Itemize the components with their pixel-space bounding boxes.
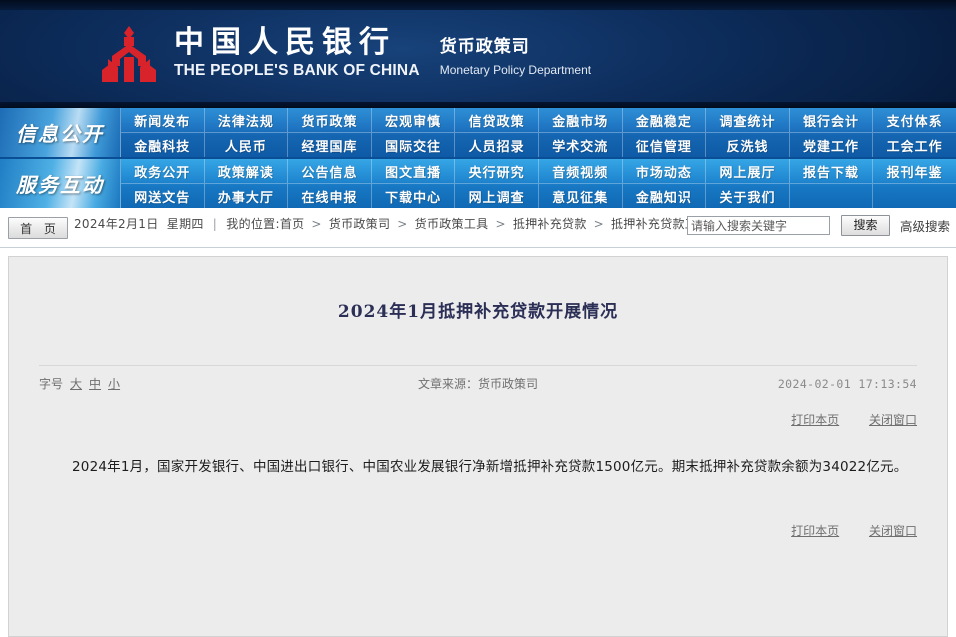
nav-row: 新闻发布 法律法规 货币政策 宏观审慎 信贷政策 金融市场 金融稳定 调查统计 银行会计 支付体系 xyxy=(121,108,956,133)
nav-item-工会工作[interactable]: 工会工作 xyxy=(873,133,956,157)
nav-item-spacer xyxy=(873,184,956,208)
close-window-link[interactable]: 关闭窗口 xyxy=(869,413,917,427)
nav-item-货币政策[interactable]: 货币政策 xyxy=(288,108,372,132)
article-source: 文章来源：货币政策司 xyxy=(417,377,538,391)
nav-item-人民币[interactable]: 人民币 xyxy=(205,133,289,157)
bank-name-cn: 中国人民银行 xyxy=(174,25,396,60)
nav-item-金融科技[interactable]: 金融科技 xyxy=(121,133,205,157)
nav-item-新闻发布[interactable]: 新闻发布 xyxy=(121,108,205,132)
nav-grid-services: 政务公开 政策解读 公告信息 图文直播 央行研究 音频视频 市场动态 网上展厅 报告下载 报刊年鉴… xyxy=(121,159,956,208)
search-button[interactable]: 搜索 xyxy=(840,215,890,236)
nav-item-下载中心[interactable]: 下载中心 xyxy=(372,184,456,208)
nav-item-征信管理[interactable]: 征信管理 xyxy=(623,133,707,157)
nav-item-网上展厅[interactable]: 网上展厅 xyxy=(706,159,790,183)
search-input[interactable] xyxy=(686,216,830,235)
advanced-search-link[interactable]: 高级搜索 xyxy=(900,216,950,235)
nav-item-在线申报[interactable]: 在线申报 xyxy=(288,184,372,208)
home-button[interactable]: 首 页 xyxy=(8,217,68,239)
breadcrumb-item-抵押补充贷款[interactable]: 抵押补充贷款 xyxy=(513,217,587,231)
nav-row: 金融科技 人民币 经理国库 国际交往 人员招录 学术交流 征信管理 反洗钱 党建工作 工会工作 xyxy=(121,133,956,157)
nav-item-反洗钱[interactable]: 反洗钱 xyxy=(706,133,790,157)
breadcrumb-arrow: > xyxy=(593,217,604,231)
breadcrumb-arrow: > xyxy=(495,217,506,231)
department-name-cn: 货币政策司 xyxy=(439,37,530,57)
print-page-link[interactable]: 打印本页 xyxy=(791,413,839,427)
nav-item-市场动态[interactable]: 市场动态 xyxy=(623,159,707,183)
nav-item-金融市场[interactable]: 金融市场 xyxy=(539,108,623,132)
nav-item-党建工作[interactable]: 党建工作 xyxy=(790,133,874,157)
nav-group-services: 服务互动 政务公开 政策解读 公告信息 图文直播 央行研究 音频视频 市场动态 网上展厅 报告下… xyxy=(0,159,956,208)
nav-item-报刊年鉴[interactable]: 报刊年鉴 xyxy=(873,159,956,183)
article-panel: 2024年1月抵押补充贷款开展情况 字号 大 中 小 文章来源：货币政策司 20… xyxy=(8,256,948,637)
article-tools-bottom: 打印本页 关闭窗口 xyxy=(39,522,917,539)
search-area: 搜索 高级搜索 xyxy=(686,215,950,236)
article-meta: 字号 大 中 小 文章来源：货币政策司 2024-02-01 17:13:54 xyxy=(39,365,917,392)
nav-item-网送文告[interactable]: 网送文告 xyxy=(121,184,205,208)
nav-item-国际交往[interactable]: 国际交往 xyxy=(372,133,456,157)
nav-item-报告下载[interactable]: 报告下载 xyxy=(790,159,874,183)
breadcrumb-divider: | xyxy=(212,217,218,231)
nav-item-银行会计[interactable]: 银行会计 xyxy=(790,108,874,132)
nav-item-政策解读[interactable]: 政策解读 xyxy=(205,159,289,183)
breadcrumb-bar: 首 页 2024年2月1日 星期四 | 我的位置:首页 > 货币政策司 > 货币政策工具… xyxy=(0,208,956,248)
page-title: 2024年1月抵押补充贷款开展情况 xyxy=(337,302,619,322)
nav-item-音频视频[interactable]: 音频视频 xyxy=(539,159,623,183)
nav-item-人员招录[interactable]: 人员招录 xyxy=(455,133,539,157)
nav-item-政务公开[interactable]: 政务公开 xyxy=(121,159,205,183)
breadcrumb-item-货币政策工具[interactable]: 货币政策工具 xyxy=(415,217,489,231)
current-weekday: 星期四 xyxy=(166,217,204,231)
article-body: 2024年1月，国家开发银行、中国进出口银行、中国农业发展银行净新增抵押补充贷款… xyxy=(72,459,908,475)
nav-item-网上调查[interactable]: 网上调查 xyxy=(455,184,539,208)
pbc-logo-icon xyxy=(102,26,156,82)
nav-item-公告信息[interactable]: 公告信息 xyxy=(288,159,372,183)
nav-row: 网送文告 办事大厅 在线申报 下载中心 网上调查 意见征集 金融知识 关于我们 xyxy=(121,184,956,208)
breadcrumb-arrow: > xyxy=(311,217,322,231)
nav-grid-information: 新闻发布 法律法规 货币政策 宏观审慎 信贷政策 金融市场 金融稳定 调查统计 银行会计 支付体系… xyxy=(121,108,956,157)
nav-group-label-services[interactable]: 服务互动 xyxy=(0,159,121,208)
bank-name-en: THE PEOPLE'S BANK OF CHINA xyxy=(174,61,420,79)
breadcrumb-arrow: > xyxy=(397,217,408,231)
nav-item-关于我们[interactable]: 关于我们 xyxy=(706,184,790,208)
location-label: 我的位置: xyxy=(226,217,280,231)
department-name-en: Monetary Policy Department xyxy=(439,63,592,77)
nav-row: 政务公开 政策解读 公告信息 图文直播 央行研究 音频视频 市场动态 网上展厅 报告下载 报刊年鉴 xyxy=(121,159,956,184)
main-navigation: 信息公开 新闻发布 法律法规 货币政策 宏观审慎 信贷政策 金融市场 金融稳定 调查统计 银行会… xyxy=(0,108,956,208)
print-page-link-bottom[interactable]: 打印本页 xyxy=(791,524,839,538)
nav-item-金融稳定[interactable]: 金融稳定 xyxy=(623,108,707,132)
nav-item-图文直播[interactable]: 图文直播 xyxy=(372,159,456,183)
current-date: 2024年2月1日 xyxy=(74,217,159,231)
bank-name: 中国人民银行 THE PEOPLE'S BANK OF CHINA xyxy=(174,27,420,80)
banner-content: 中国人民银行 THE PEOPLE'S BANK OF CHINA 货币政策司 … xyxy=(98,26,591,82)
nav-group-information: 信息公开 新闻发布 法律法规 货币政策 宏观审慎 信贷政策 金融市场 金融稳定 调查统计 银行会… xyxy=(0,108,956,159)
nav-item-宏观审慎[interactable]: 宏观审慎 xyxy=(372,108,456,132)
nav-item-学术交流[interactable]: 学术交流 xyxy=(539,133,623,157)
nav-item-支付体系[interactable]: 支付体系 xyxy=(873,108,956,132)
department-name: 货币政策司 Monetary Policy Department xyxy=(440,32,591,77)
nav-group-label-information[interactable]: 信息公开 xyxy=(0,108,121,157)
close-window-link-bottom[interactable]: 关闭窗口 xyxy=(869,524,917,538)
nav-item-办事大厅[interactable]: 办事大厅 xyxy=(205,184,289,208)
nav-item-spacer xyxy=(790,184,874,208)
nav-item-法律法规[interactable]: 法律法规 xyxy=(205,108,289,132)
breadcrumb-item-货币政策司[interactable]: 货币政策司 xyxy=(329,217,391,231)
article-tools-top: 打印本页 关闭窗口 xyxy=(39,411,917,428)
nav-item-信贷政策[interactable]: 信贷政策 xyxy=(455,108,539,132)
nav-item-央行研究[interactable]: 央行研究 xyxy=(455,159,539,183)
site-banner: 中国人民银行 THE PEOPLE'S BANK OF CHINA 货币政策司 … xyxy=(0,0,956,108)
nav-item-金融知识[interactable]: 金融知识 xyxy=(623,184,707,208)
nav-item-经理国库[interactable]: 经理国库 xyxy=(288,133,372,157)
nav-item-意见征集[interactable]: 意见征集 xyxy=(539,184,623,208)
nav-item-调查统计[interactable]: 调查统计 xyxy=(706,108,790,132)
breadcrumb-item-首页[interactable]: 首页 xyxy=(280,217,305,231)
